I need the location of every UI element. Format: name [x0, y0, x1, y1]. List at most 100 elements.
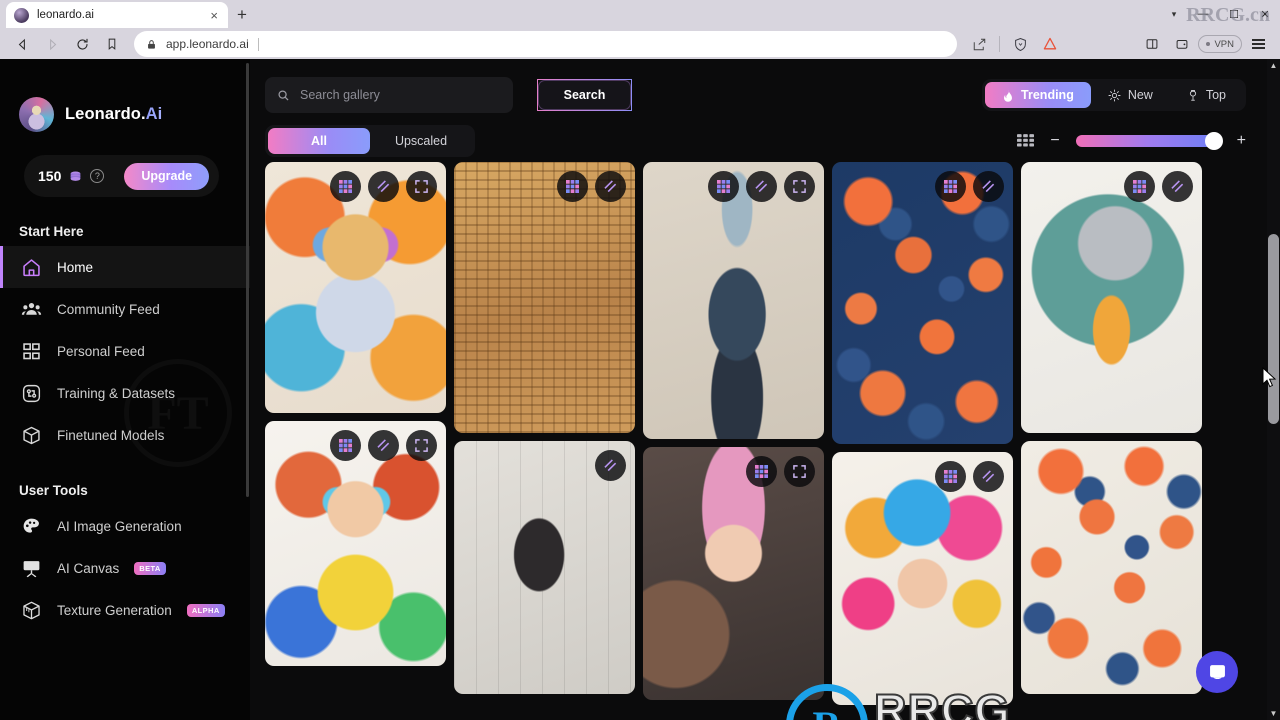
- hamburger-menu-icon[interactable]: [1244, 31, 1272, 57]
- reload-icon[interactable]: [68, 31, 96, 57]
- app-sidebar: FT Leonardo.Ai 150 ? Upgrade Star: [0, 59, 250, 720]
- browser-tab-leonardo[interactable]: leonardo.ai ×: [6, 2, 228, 28]
- sidebar-item-label: Training & Datasets: [57, 385, 176, 401]
- remix-button[interactable]: [746, 456, 777, 487]
- gallery-card-character-sheet-woman[interactable]: [454, 441, 635, 694]
- back-icon[interactable]: [8, 31, 36, 57]
- browser-actions: VPN: [965, 31, 1272, 57]
- gallery-card-pink-haired-fairy[interactable]: [643, 447, 824, 700]
- upgrade-button[interactable]: Upgrade: [124, 162, 210, 190]
- close-window-button[interactable]: ✕: [1250, 0, 1280, 28]
- brave-logo-icon[interactable]: [1036, 31, 1064, 57]
- gallery-card-blue-haired-mage[interactable]: [643, 162, 824, 439]
- sidebar-item-training-datasets[interactable]: Training & Datasets: [0, 372, 250, 414]
- diagonal-lines-icon: [1171, 180, 1184, 193]
- close-tab-icon[interactable]: ×: [208, 9, 220, 22]
- remix-button[interactable]: [330, 430, 361, 461]
- expand-fullscreen-icon: [415, 439, 428, 452]
- forward-icon[interactable]: [38, 31, 66, 57]
- sidebar-scrollbar[interactable]: [246, 63, 249, 497]
- card-action-group: [595, 450, 626, 481]
- new-tab-button[interactable]: +: [228, 2, 256, 28]
- remix-button[interactable]: [1124, 171, 1155, 202]
- variation-button[interactable]: [595, 171, 626, 202]
- sidebar-item-ai-canvas[interactable]: AI Canvas BETA: [0, 547, 250, 589]
- variation-button[interactable]: [746, 171, 777, 202]
- sort-new-button[interactable]: New: [1091, 82, 1170, 108]
- filter-all-button[interactable]: All: [268, 128, 370, 154]
- grid-density-icon[interactable]: [1017, 133, 1035, 149]
- gallery-card-egyptian-hieroglyphs[interactable]: [454, 162, 635, 433]
- training-datasets-icon: [22, 384, 41, 402]
- search-input[interactable]: [300, 88, 501, 102]
- diagonal-lines-icon: [604, 180, 617, 193]
- chevron-down-icon[interactable]: ▾: [1161, 9, 1187, 20]
- sort-label: Top: [1205, 88, 1226, 102]
- search-button[interactable]: Search: [537, 79, 632, 111]
- trophy-icon: [1189, 89, 1196, 101]
- texture-cube-icon: [23, 601, 40, 619]
- scroll-down-arrow[interactable]: ▼: [1267, 707, 1280, 720]
- grid-squares-icon: [23, 342, 40, 359]
- vpn-label: VPN: [1214, 38, 1234, 50]
- gallery-card-orange-blue-floral-pattern[interactable]: [832, 162, 1013, 444]
- thumbnail-size-slider[interactable]: [1075, 132, 1223, 150]
- brave-shield-icon[interactable]: [1006, 31, 1034, 57]
- variation-button[interactable]: [595, 450, 626, 481]
- sidebar-item-label: Community Feed: [57, 301, 160, 317]
- gallery-card-colorful-lion-sunglasses[interactable]: [265, 162, 446, 413]
- variation-button[interactable]: [368, 171, 399, 202]
- remix-button[interactable]: [708, 171, 739, 202]
- remix-button[interactable]: [935, 171, 966, 202]
- variation-button[interactable]: [368, 430, 399, 461]
- variation-button[interactable]: [1162, 171, 1193, 202]
- sidebar-item-home[interactable]: Home: [0, 246, 250, 288]
- bookmark-icon[interactable]: [98, 31, 126, 57]
- sidebar-item-finetuned-models[interactable]: Finetuned Models: [0, 414, 250, 456]
- sort-trending-button[interactable]: Trending: [985, 82, 1091, 108]
- scrollbar-thumb[interactable]: [1268, 234, 1279, 424]
- sidebar-item-label: Home: [57, 259, 94, 275]
- slider-handle[interactable]: [1204, 132, 1223, 150]
- diagonal-lines-icon: [377, 180, 390, 193]
- expand-button[interactable]: [784, 456, 815, 487]
- zoom-in-button[interactable]: +: [1237, 133, 1246, 149]
- address-bar[interactable]: app.leonardo.ai: [134, 31, 958, 57]
- app-logo[interactable]: Leonardo.Ai: [0, 59, 250, 132]
- share-icon[interactable]: [965, 31, 993, 57]
- sparkle-icon: [1108, 89, 1121, 101]
- toolbar-row-filters: All Upscaled − +: [265, 125, 1246, 157]
- token-coin-icon: [70, 171, 81, 181]
- gallery-card-girl-with-blue-glasses[interactable]: [265, 421, 446, 666]
- intercom-chat-button[interactable]: [1196, 651, 1238, 693]
- search-box[interactable]: [265, 77, 513, 113]
- expand-button[interactable]: [406, 171, 437, 202]
- window-controls: ▾ — ☐ ✕: [1161, 0, 1280, 28]
- vpn-toggle[interactable]: VPN: [1198, 35, 1242, 53]
- sidebar-item-personal-feed[interactable]: Personal Feed: [0, 330, 250, 372]
- variation-button[interactable]: [973, 171, 1004, 202]
- remix-button[interactable]: [330, 171, 361, 202]
- page-scrollbar[interactable]: ▲ ▼: [1267, 59, 1280, 720]
- help-circle-icon[interactable]: ?: [90, 169, 105, 183]
- gallery-card-candy-hair-portrait[interactable]: [832, 452, 1013, 705]
- variation-button[interactable]: [973, 461, 1004, 492]
- expand-button[interactable]: [784, 171, 815, 202]
- sidebar-item-community-feed[interactable]: Community Feed: [0, 288, 250, 330]
- filter-upscaled-button[interactable]: Upscaled: [370, 128, 472, 154]
- sidebar-item-texture-generation[interactable]: Texture Generation ALPHA: [0, 589, 250, 631]
- diagonal-lines-icon: [982, 470, 995, 483]
- zoom-out-button[interactable]: −: [1050, 133, 1059, 149]
- sidebar-item-ai-image-generation[interactable]: AI Image Generation: [0, 505, 250, 547]
- gallery-card-floral-pattern-light[interactable]: [1021, 441, 1202, 694]
- expand-button[interactable]: [406, 430, 437, 461]
- remix-button[interactable]: [557, 171, 588, 202]
- gallery-card-koala-on-bicycle[interactable]: [1021, 162, 1202, 433]
- sort-top-button[interactable]: Top: [1170, 82, 1243, 108]
- remix-button[interactable]: [935, 461, 966, 492]
- wallet-icon[interactable]: [1168, 31, 1196, 57]
- scroll-up-arrow[interactable]: ▲: [1267, 59, 1280, 72]
- maximize-button[interactable]: ☐: [1219, 0, 1249, 28]
- sidebar-panel-icon[interactable]: [1138, 31, 1166, 57]
- minimize-button[interactable]: —: [1188, 0, 1218, 28]
